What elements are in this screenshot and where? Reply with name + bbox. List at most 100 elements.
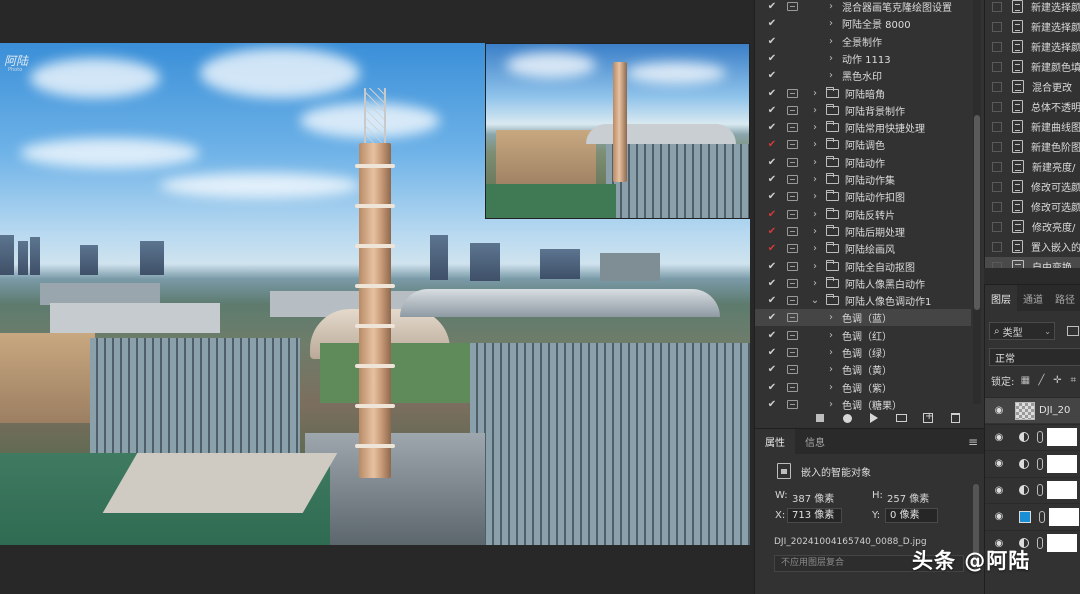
history-checkbox[interactable] [992, 181, 1002, 192]
history-checkbox[interactable] [992, 21, 1002, 32]
layer-mask-thumbnail[interactable] [1047, 428, 1077, 446]
dialog-toggle-icon[interactable] [787, 348, 798, 357]
history-checkbox[interactable] [992, 221, 1002, 232]
lock-artboard-icon[interactable]: ⌗ [1068, 375, 1078, 386]
eye-icon[interactable]: ◉ [993, 511, 1005, 522]
dialog-toggle-icon[interactable] [787, 226, 798, 236]
action-item[interactable]: ✔ › 阿陆调色 [755, 136, 971, 153]
history-item[interactable]: 新建选择颜 [985, 0, 1080, 16]
dialog-toggle-icon[interactable] [787, 244, 798, 254]
tab-properties[interactable]: 属性 [755, 429, 795, 454]
dialog-toggle-icon[interactable] [787, 37, 798, 46]
dialog-toggle-icon[interactable] [787, 209, 798, 219]
check-toggle-icon[interactable]: ✔ [765, 243, 779, 254]
check-toggle-icon[interactable]: ✔ [765, 88, 779, 99]
layer-mask-thumbnail[interactable] [1047, 534, 1077, 552]
chevron-right-icon[interactable]: › [810, 88, 820, 99]
chevron-right-icon[interactable]: › [826, 1, 836, 12]
eye-icon[interactable]: ◉ [993, 458, 1005, 469]
dialog-toggle-icon[interactable] [787, 330, 798, 340]
check-toggle-icon[interactable]: ✔ [765, 53, 779, 64]
check-toggle-icon[interactable]: ✔ [765, 1, 779, 12]
history-checkbox[interactable] [992, 241, 1002, 252]
chevron-right-icon[interactable]: › [826, 312, 836, 323]
chevron-right-icon[interactable]: › [826, 18, 836, 29]
link-icon[interactable] [1037, 484, 1043, 496]
check-toggle-icon[interactable]: ✔ [765, 382, 779, 393]
dialog-toggle-icon[interactable] [787, 105, 798, 115]
check-toggle-icon[interactable]: ✔ [765, 105, 779, 116]
eye-icon[interactable]: ◉ [993, 405, 1005, 416]
action-item[interactable]: ✔ › 黑色水印 [755, 67, 971, 84]
history-item[interactable]: 自由变换 [985, 257, 1080, 268]
actions-scroll-thumb[interactable] [974, 115, 980, 310]
adjustment-layer-icon[interactable] [1019, 432, 1029, 442]
link-icon[interactable] [1037, 431, 1043, 443]
action-item[interactable]: ✔ › 阿陆暗角 [755, 85, 971, 102]
history-checkbox[interactable] [992, 81, 1002, 92]
dialog-toggle-icon[interactable] [787, 2, 798, 11]
history-checkbox[interactable] [992, 101, 1002, 112]
image-filter-icon[interactable] [1067, 326, 1079, 336]
history-item[interactable]: 新建颜色填 [985, 57, 1080, 76]
delete-action-button[interactable] [949, 412, 961, 424]
layer-mask-thumbnail[interactable] [1047, 481, 1077, 499]
action-item[interactable]: ✔ › 全景制作 [755, 33, 971, 50]
history-checkbox[interactable] [992, 201, 1002, 212]
chevron-right-icon[interactable]: › [810, 139, 820, 150]
new-action-button[interactable] [922, 411, 934, 424]
history-checkbox[interactable] [992, 1, 1002, 12]
chevron-down-icon[interactable]: ⌄ [810, 295, 820, 306]
action-item[interactable]: ✔ › 阿陆后期处理 [755, 223, 971, 240]
begin-recording-button[interactable] [841, 412, 853, 424]
layer-mask-thumbnail[interactable] [1047, 454, 1077, 473]
layer-row[interactable]: ◉ [985, 450, 1080, 476]
dialog-toggle-icon[interactable] [787, 313, 798, 323]
action-item[interactable]: ✔ › 动作 1113 [755, 50, 971, 67]
chevron-right-icon[interactable]: › [810, 122, 820, 133]
chevron-right-icon[interactable]: › [826, 347, 836, 358]
chevron-right-icon[interactable]: › [810, 157, 820, 168]
link-icon[interactable] [1037, 457, 1043, 470]
chevron-right-icon[interactable]: › [826, 364, 836, 375]
layer-name[interactable]: DJI_20 [1039, 405, 1070, 416]
panel-menu-icon[interactable]: ≡ [968, 435, 978, 449]
history-item[interactable]: 置入嵌入的 [985, 237, 1080, 256]
tab-channels[interactable]: 通道 [1017, 285, 1049, 311]
eye-icon[interactable]: ◉ [993, 432, 1005, 443]
chevron-right-icon[interactable]: › [810, 209, 820, 220]
chevron-right-icon[interactable]: › [826, 53, 836, 64]
lock-paint-icon[interactable]: ╱ [1036, 375, 1046, 386]
dialog-toggle-icon[interactable] [787, 192, 798, 202]
action-item[interactable]: ✔ › 阿陆绘画风 [755, 240, 971, 257]
height-value[interactable]: 257 像素 [887, 490, 929, 505]
check-toggle-icon[interactable]: ✔ [765, 226, 779, 237]
chevron-right-icon[interactable]: › [810, 105, 820, 116]
action-item[interactable]: ✔ › 阿陆动作扣图 [755, 188, 971, 205]
dialog-toggle-icon[interactable] [787, 140, 798, 150]
chevron-right-icon[interactable]: › [810, 261, 820, 272]
dialog-toggle-icon[interactable] [787, 278, 798, 288]
tab-paths[interactable]: 路径 [1049, 285, 1080, 311]
history-checkbox[interactable] [992, 141, 1002, 152]
chevron-right-icon[interactable]: › [810, 243, 820, 254]
layer-mask-thumbnail[interactable] [1049, 507, 1079, 526]
history-item[interactable]: 修改可选颜 [985, 197, 1080, 216]
adjustment-layer-icon[interactable] [1019, 458, 1029, 469]
action-item[interactable]: ✔ › 混合器画笔克隆绘图设置 [755, 0, 971, 15]
check-toggle-icon[interactable]: ✔ [765, 347, 779, 358]
action-item[interactable]: ✔ › 阿陆全景 8000 [755, 15, 971, 32]
stop-recording-button[interactable] [814, 412, 826, 424]
action-item[interactable]: ✔ › 色调（蓝） [755, 309, 971, 327]
check-toggle-icon[interactable]: ✔ [765, 70, 779, 81]
history-checkbox[interactable] [992, 61, 1002, 72]
history-checkbox[interactable] [992, 121, 1002, 132]
chevron-right-icon[interactable]: › [810, 174, 820, 185]
chevron-right-icon[interactable]: › [826, 382, 836, 393]
layer-row[interactable]: ◉ DJI_20 [985, 397, 1080, 423]
layer-row[interactable]: ◉ [985, 503, 1080, 529]
eye-icon[interactable]: ◉ [993, 485, 1005, 496]
action-item[interactable]: ✔ › 阿陆动作集 [755, 171, 971, 188]
dialog-toggle-icon[interactable] [787, 175, 798, 184]
action-item[interactable]: ✔ ⌄ 阿陆人像色调动作1 [755, 292, 971, 309]
